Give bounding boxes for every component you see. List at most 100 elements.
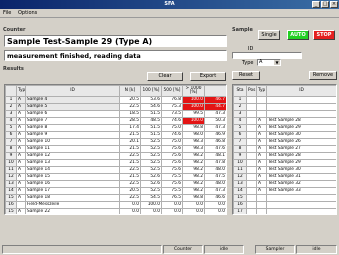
app-window: SFA _ □ × File Options Counter Sample Te… <box>0 0 339 255</box>
row-value: 98.2 <box>182 152 205 160</box>
row-value: 0.0 <box>204 201 226 209</box>
table-row[interactable]: 8 A Sample 11 21.5 52.5 75.6 98.3 47.6 <box>5 145 226 153</box>
id-input[interactable] <box>232 52 302 59</box>
menu-file[interactable]: File <box>3 10 11 16</box>
status-sampler-label: Sampler <box>255 245 295 254</box>
list-item[interactable]: 1 <box>233 96 336 104</box>
list-item[interactable]: 3 <box>233 110 336 118</box>
table-row[interactable]: 7 A Sample 10 20.1 52.5 75.0 98.3 46.8 <box>5 138 226 146</box>
row-type: A <box>16 124 26 132</box>
sample-id <box>266 110 336 118</box>
sample-station: 4 <box>233 117 247 125</box>
list-item[interactable]: 9 A Test Sample 28 <box>233 152 336 160</box>
export-button[interactable]: Export <box>190 72 226 81</box>
results-col-header: N [k] <box>119 85 141 97</box>
row-value: 52.5 <box>140 138 162 146</box>
list-item[interactable]: 12 A Test Sample 31 <box>233 173 336 181</box>
row-value: 52.5 <box>140 159 162 167</box>
table-row[interactable]: 15 A Sample 22 0.0 0.0 0.0 0.0 0.0 <box>5 208 226 214</box>
list-item[interactable]: 13 A Test Sample 32 <box>233 180 336 188</box>
row-id: Sample 9 <box>25 131 120 139</box>
row-value: 75.6 <box>161 166 183 174</box>
list-item[interactable]: 11 A Test Sample 30 <box>233 166 336 174</box>
list-item[interactable]: 6 A Test Sample 30 <box>233 131 336 139</box>
list-item[interactable]: 14 A Test Sample 33 <box>233 187 336 195</box>
sample-col-header: Typ <box>256 85 267 97</box>
row-value: 48.1 <box>204 152 226 160</box>
sample-table-frame: Sta Pos Typ ID 1 2 3 4 A Test Sample 28 5 A Test Sa… <box>232 84 337 215</box>
clear-button[interactable]: Clear <box>147 72 183 81</box>
sample-station: 13 <box>233 180 247 188</box>
sample-pos <box>246 145 257 153</box>
minimize-icon[interactable]: _ <box>312 1 320 8</box>
table-row[interactable]: 13 A Sample 16 22.5 52.6 75.6 98.2 48.0 <box>5 180 226 188</box>
table-row[interactable]: 3 A Sample 6 18.5 51.5 73.5 99.5 47.3 <box>5 110 226 118</box>
table-row[interactable]: 11 A Sample 14 22.5 52.5 75.6 98.2 48.0 <box>5 166 226 174</box>
row-value: 75.6 <box>161 159 183 167</box>
stop-button[interactable]: STOP <box>313 30 335 40</box>
list-item[interactable]: 15 <box>233 194 336 202</box>
list-item[interactable]: 8 A Test Sample 27 <box>233 145 336 153</box>
reset-button[interactable]: Reset <box>232 71 260 80</box>
table-row[interactable]: 6 A Sample 9 21.5 51.5 74.6 98.0 46.9 <box>5 131 226 139</box>
table-row[interactable]: 9 A Sample 12 22.5 52.5 75.6 98.2 48.1 <box>5 152 226 160</box>
menu-options[interactable]: Options <box>18 10 37 16</box>
row-type: A <box>16 138 26 146</box>
row-value: 75.6 <box>161 145 183 153</box>
table-row[interactable]: 15 A Sample 18 22.5 54.5 76.5 98.8 46.6 <box>5 194 226 202</box>
row-index: 6 <box>5 131 17 139</box>
row-value: 48.0 <box>204 166 226 174</box>
list-item[interactable]: 2 <box>233 103 336 111</box>
row-value: 51.5 <box>140 124 162 132</box>
sample-station: 3 <box>233 110 247 118</box>
table-row[interactable]: 4 A Sample 7 28.5 48.5 74.6 100.0 50.3 <box>5 117 226 125</box>
row-value: 98.3 <box>182 145 205 153</box>
single-button[interactable]: Single <box>258 30 280 40</box>
sample-id <box>266 96 336 104</box>
list-item[interactable]: 5 A Test Sample 29 <box>233 124 336 132</box>
row-value: 100.0 <box>140 201 162 209</box>
table-row[interactable]: 5 A Sample 8 17.4 51.5 75.0 98.8 47.3 <box>5 124 226 132</box>
sample-id: Test Sample 26 <box>266 138 336 146</box>
maximize-icon[interactable]: □ <box>321 1 329 8</box>
remove-button[interactable]: Remove <box>309 71 337 80</box>
row-value: 0.0 <box>119 201 141 209</box>
row-value: 98.2 <box>182 180 205 188</box>
table-row[interactable]: 16 Field-Messzeile 0.0 100.0 0.0 0.0 0.0 <box>5 201 226 209</box>
row-value: 46.7 <box>204 96 226 104</box>
auto-button[interactable]: AUTO <box>287 30 309 40</box>
row-value: 47.3 <box>204 110 226 118</box>
list-item[interactable]: 17 <box>233 208 336 214</box>
table-row[interactable]: 14 A Sample 17 20.5 52.5 75.5 98.2 47.3 <box>5 187 226 195</box>
chevron-down-icon[interactable]: ▼ <box>274 60 280 65</box>
row-type: A <box>16 145 26 153</box>
title-bar: SFA _ □ × <box>0 0 339 9</box>
list-item[interactable]: 7 A Test Sample 26 <box>233 138 336 146</box>
table-row[interactable]: 10 A Sample 13 21.5 52.5 75.6 98.2 47.8 <box>5 159 226 167</box>
list-item[interactable]: 16 <box>233 201 336 209</box>
table-row[interactable]: 2 A Sample 5 22.5 54.6 75.3 100.0 44.7 <box>5 103 226 111</box>
row-value: 21.5 <box>119 159 141 167</box>
type-select-value: A <box>259 59 263 65</box>
row-value: 0.0 <box>182 201 205 209</box>
row-id: Sample 22 <box>25 208 120 214</box>
row-value: 52.5 <box>140 145 162 153</box>
table-row[interactable]: 12 A Sample 15 21.5 52.6 75.5 98.2 47.5 <box>5 173 226 181</box>
table-row[interactable]: 1 A Sample 4 20.5 53.6 76.8 100.0 46.7 <box>5 96 226 104</box>
sample-station: 9 <box>233 152 247 160</box>
row-index: 5 <box>5 124 17 132</box>
results-col-header: 500 [%] <box>161 85 183 97</box>
row-value: 54.6 <box>140 103 162 111</box>
close-icon[interactable]: × <box>330 1 338 8</box>
row-value: 21.5 <box>119 131 141 139</box>
sample-station: 12 <box>233 173 247 181</box>
list-item[interactable]: 4 A Test Sample 28 <box>233 117 336 125</box>
row-value: 76.5 <box>161 194 183 202</box>
type-select[interactable]: A ▼ <box>257 59 281 66</box>
sample-id <box>266 201 336 209</box>
sample-id: Test Sample 29 <box>266 159 336 167</box>
sample-id <box>266 208 336 214</box>
sample-pos <box>246 152 257 160</box>
status-counter-state: idle <box>204 245 244 254</box>
list-item[interactable]: 10 A Test Sample 29 <box>233 159 336 167</box>
